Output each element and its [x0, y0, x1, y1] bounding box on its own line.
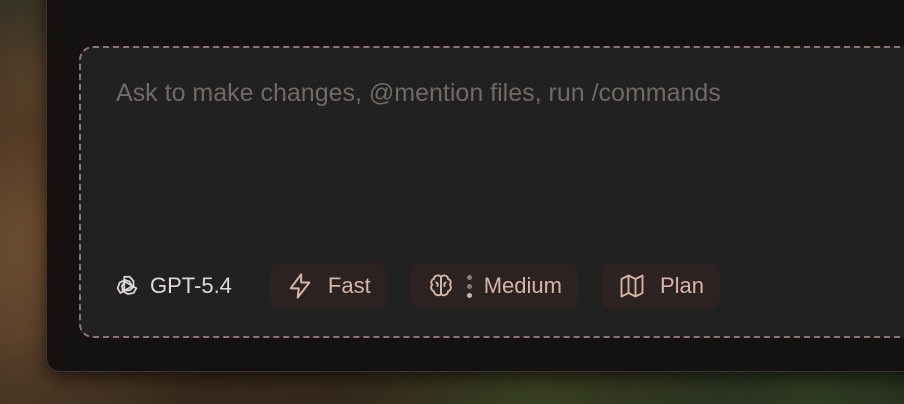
speed-button[interactable]: Fast — [269, 263, 387, 309]
model-selector[interactable]: GPT-5.4 — [114, 273, 232, 299]
reasoning-label: Medium — [483, 273, 562, 298]
composer-toolbar: GPT-5.4 Fast Medium Plan — [114, 262, 744, 310]
prompt-input[interactable] — [114, 78, 898, 109]
map-icon — [620, 274, 644, 298]
speed-label: Fast — [327, 273, 371, 298]
lightning-icon — [289, 273, 311, 299]
reasoning-level-indicator — [466, 273, 472, 300]
brain-icon — [429, 274, 452, 297]
model-label: GPT-5.4 — [150, 273, 232, 298]
plan-label: Plan — [659, 273, 705, 298]
openai-logo-icon — [116, 275, 138, 295]
reasoning-button[interactable]: Medium — [410, 263, 578, 309]
prompt-composer[interactable]: GPT-5.4 Fast Medium — [79, 46, 904, 338]
plan-mode-button[interactable]: Plan — [601, 263, 721, 309]
